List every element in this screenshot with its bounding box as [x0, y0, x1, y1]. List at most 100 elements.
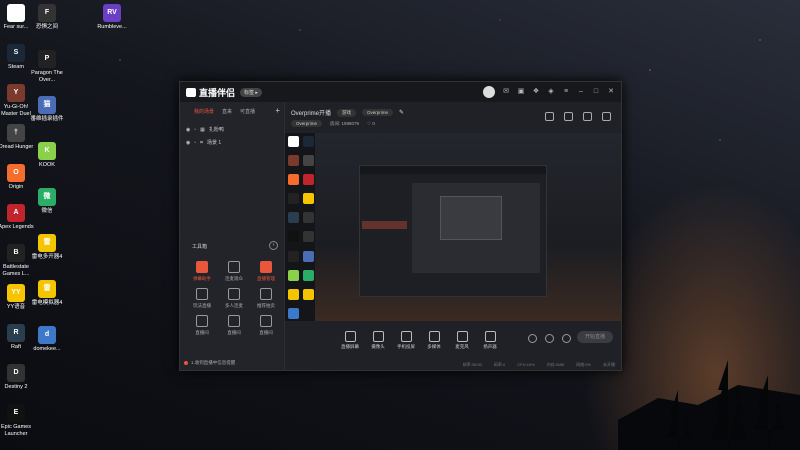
- captured-desktop-icon: [288, 155, 299, 167]
- app-icon: Y: [7, 84, 25, 102]
- minimize-icon[interactable]: –: [577, 88, 585, 96]
- app-icon: YY: [7, 284, 25, 302]
- source-control[interactable]: 扬声器: [480, 331, 500, 350]
- tool-icon: [260, 288, 272, 300]
- likes-count: 0: [372, 120, 375, 126]
- source-control[interactable]: 手机投屏: [396, 331, 416, 350]
- captured-desktop-icon: [303, 174, 314, 186]
- tool-item[interactable]: 多人连麦: [218, 288, 250, 309]
- source-control[interactable]: 多媒体: [424, 331, 444, 350]
- tool-item[interactable]: 直播间: [250, 315, 282, 336]
- desktop-icon-label: 微信: [41, 208, 53, 214]
- captured-desktop-icon: [303, 136, 314, 147]
- task-icon[interactable]: [564, 112, 573, 121]
- category-pill[interactable]: Overprime: [291, 120, 323, 127]
- gift-icon[interactable]: ❖: [532, 88, 540, 96]
- source-control-icon: [484, 331, 496, 342]
- source-controls: 直播屏幕 摄像头 手机投屏 多媒体 麦克风 扬声器: [340, 331, 500, 350]
- calendar-icon[interactable]: ▣: [517, 88, 525, 96]
- scene-label: 场景 1: [206, 140, 222, 146]
- lock-icon[interactable]: ▫: [194, 127, 196, 133]
- desktop-icon[interactable]: P Paragon The Over...: [27, 50, 67, 83]
- skin-icon[interactable]: ◈: [547, 88, 555, 96]
- tool-item[interactable]: 连麦观众: [218, 261, 250, 282]
- desktop-icon[interactable]: 雷雷电多开器4: [27, 234, 67, 261]
- bell-icon[interactable]: [583, 112, 592, 121]
- scene-label: 扎粉鸭: [208, 127, 224, 133]
- notice-tip[interactable]: 1.收到直播中信息提醒: [184, 360, 235, 366]
- tab-my-scenes[interactable]: 我的场景: [194, 108, 214, 115]
- source-control[interactable]: 直播屏幕: [340, 331, 360, 350]
- captured-desktop-icon: [288, 269, 299, 281]
- version-badge[interactable]: 标签 ▸: [240, 87, 262, 97]
- share-icon[interactable]: [602, 112, 611, 121]
- app-icon: P: [38, 50, 56, 68]
- tab-live[interactable]: 直来: [222, 108, 232, 115]
- eye-icon[interactable]: ◉: [186, 140, 190, 146]
- tool-item[interactable]: 直播间: [218, 315, 250, 336]
- message-icon[interactable]: ✉: [502, 88, 510, 96]
- menu-icon[interactable]: ≡: [562, 88, 570, 96]
- record-icon[interactable]: [545, 334, 554, 343]
- tool-icon: [260, 261, 272, 273]
- source-control-label: 多媒体: [427, 344, 441, 349]
- lock-icon[interactable]: ▫: [194, 140, 196, 146]
- source-control-label: 扬声器: [483, 344, 497, 349]
- stream-title[interactable]: Overprime开播: [291, 108, 331, 117]
- settings-icon[interactable]: [562, 334, 571, 343]
- start-live-button[interactable]: 开始直播: [577, 331, 613, 343]
- nested-preview-window: [359, 165, 547, 297]
- maximize-icon[interactable]: □: [592, 88, 600, 96]
- notice-dot-icon: [184, 361, 188, 365]
- source-control[interactable]: 摄像头: [368, 331, 388, 350]
- eye-icon[interactable]: ◉: [186, 127, 190, 133]
- edit-icon[interactable]: ✎: [399, 109, 404, 116]
- desktop-icon[interactable]: F 恐惧之间: [27, 4, 67, 31]
- avatar[interactable]: [483, 86, 495, 98]
- tool-item[interactable]: 直播管理: [250, 261, 282, 282]
- desktop-icon[interactable]: d domekee...: [27, 326, 67, 353]
- desktop-icon[interactable]: 雷雷电模拟器4: [27, 280, 67, 307]
- source-control-icon: [372, 331, 384, 342]
- scene-item[interactable]: ◉ ▫ ▦ 扎粉鸭: [180, 121, 284, 134]
- game-pill[interactable]: Overprime: [362, 109, 394, 116]
- source-control[interactable]: 麦克风: [452, 331, 472, 350]
- captured-desktop-icon: [288, 307, 299, 319]
- tool-item[interactable]: 直播间: [186, 315, 218, 336]
- source-control-icon: [456, 331, 468, 342]
- add-scene-icon[interactable]: +: [275, 107, 280, 115]
- title-bar: 直播伴侣 标签 ▸ ✉ ▣ ❖ ◈ ≡ – □ ✕: [180, 82, 621, 102]
- stream-tag[interactable]: 游戏: [337, 108, 357, 117]
- nested-selection-bar: [362, 221, 407, 229]
- likes: ♡ 0: [367, 120, 375, 126]
- tool-label: 直播间: [227, 330, 241, 335]
- app-logo-icon: [186, 87, 196, 97]
- desktop-icon[interactable]: 微微信: [27, 188, 67, 215]
- tool-item[interactable]: 推荐拍卖: [250, 288, 282, 309]
- desktop-icon-rumbleverse[interactable]: RV Rumbleve...: [92, 4, 132, 31]
- image-icon: ▦: [200, 126, 205, 133]
- tool-item[interactable]: 玩法直播: [186, 288, 218, 309]
- captured-desktop-icon: [303, 212, 314, 224]
- desktop-icon-label: Rumbleve...: [97, 24, 127, 30]
- app-icon: E: [7, 404, 25, 422]
- desktop-icon-label: Epic Games Launcher: [1, 424, 31, 437]
- desktop-icon[interactable]: E Epic Games Launcher: [0, 404, 36, 437]
- live-preview[interactable]: [285, 133, 621, 321]
- tool-label: 直播间: [195, 330, 209, 335]
- desktop-icon[interactable]: D Destiny 2: [0, 364, 36, 391]
- close-icon[interactable]: ✕: [607, 88, 615, 96]
- camera-icon[interactable]: [528, 334, 537, 343]
- tab-available[interactable]: 可直播: [240, 108, 255, 115]
- chevron-right-icon[interactable]: ›: [269, 241, 278, 250]
- desktop-icon[interactable]: K KOOK: [27, 142, 67, 169]
- status-item: CPU:15%: [517, 362, 535, 367]
- desktop-icon[interactable]: 猫番维插录插件: [27, 96, 67, 123]
- frame-icon: ⌗: [200, 139, 203, 146]
- scene-item[interactable]: ◉ ▫ ⌗ 场景 1: [180, 134, 284, 147]
- tool-item[interactable]: 弹幕助手: [186, 261, 218, 282]
- shop-icon[interactable]: [545, 112, 554, 121]
- status-item: 帧率:30/30: [462, 362, 482, 367]
- room-id: 房间: 1598079: [330, 120, 360, 126]
- control-bar: 直播屏幕 摄像头 手机投屏 多媒体 麦克风 扬声器 开始直播 帧率:30/30 码率:0 CP…: [285, 321, 621, 370]
